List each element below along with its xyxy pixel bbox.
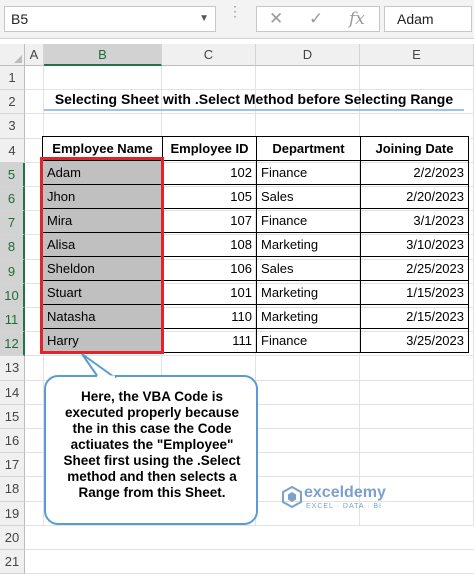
column-header-c[interactable]: C: [162, 44, 256, 66]
row-header-12[interactable]: 12: [0, 332, 25, 357]
cell-joining-date[interactable]: 2/2/2023: [360, 160, 469, 185]
cancel-icon[interactable]: ✕: [269, 7, 283, 31]
chevron-down-icon[interactable]: ▼: [199, 7, 209, 31]
select-all-corner[interactable]: [0, 44, 25, 66]
row-header-5[interactable]: 5: [0, 162, 25, 187]
cell-employee-id[interactable]: 101: [162, 280, 257, 305]
name-box[interactable]: B5 ▼: [4, 6, 216, 32]
row-header-11[interactable]: 11: [0, 308, 25, 333]
row-header-9[interactable]: 9: [0, 259, 25, 284]
cell-employee-id[interactable]: 111: [162, 328, 257, 353]
row-header-2[interactable]: 2: [0, 90, 25, 115]
row-header-7[interactable]: 7: [0, 211, 25, 236]
cell-department[interactable]: Sales: [256, 184, 361, 209]
watermark: exceldemy EXCEL · DATA · BI: [282, 484, 462, 514]
fx-icon[interactable]: fx: [349, 7, 365, 31]
cell-employee-id[interactable]: 106: [162, 256, 257, 281]
row-header-19[interactable]: 19: [0, 501, 25, 526]
grid-line: [25, 113, 474, 115]
cell-employee-id[interactable]: 102: [162, 160, 257, 185]
column-header-e[interactable]: E: [360, 44, 474, 66]
cell-joining-date[interactable]: 3/25/2023: [360, 328, 469, 353]
row-header-17[interactable]: 17: [0, 453, 25, 478]
cell-department[interactable]: Marketing: [256, 280, 361, 305]
row-header-10[interactable]: 10: [0, 283, 25, 308]
cell-department[interactable]: Marketing: [256, 304, 361, 329]
cell-joining-date[interactable]: 2/25/2023: [360, 256, 469, 281]
cell-department[interactable]: Finance: [256, 208, 361, 233]
row-header-3[interactable]: 3: [0, 114, 25, 139]
header-joining-date[interactable]: Joining Date: [360, 136, 469, 161]
cell-joining-date[interactable]: 2/20/2023: [360, 184, 469, 209]
grid-line: [25, 549, 474, 550]
row-header-15[interactable]: 15: [0, 404, 25, 429]
cell-employee-id[interactable]: 108: [162, 232, 257, 257]
select-all-icon: [14, 55, 22, 63]
cell-joining-date[interactable]: 3/1/2023: [360, 208, 469, 233]
row-header-21[interactable]: 21: [0, 550, 25, 574]
watermark-name: exceldemy: [304, 484, 386, 501]
column-header-b[interactable]: B: [44, 44, 162, 66]
formula-bar-grip-icon[interactable]: ⋮: [228, 4, 242, 18]
row-header-16[interactable]: 16: [0, 429, 25, 454]
cell-department[interactable]: Finance: [256, 160, 361, 185]
cell-employee-id[interactable]: 110: [162, 304, 257, 329]
row-header-14[interactable]: 14: [0, 380, 25, 405]
formula-bar: B5 ▼ ⋮ ✕ ✓ fx Adam: [0, 0, 474, 39]
watermark-tagline: EXCEL · DATA · BI: [306, 503, 382, 510]
row-header-6[interactable]: 6: [0, 187, 25, 212]
formula-input[interactable]: Adam: [384, 6, 472, 32]
cell-joining-date[interactable]: 3/10/2023: [360, 232, 469, 257]
column-header-a[interactable]: A: [25, 44, 44, 66]
column-header-d[interactable]: D: [256, 44, 360, 66]
formula-input-value: Adam: [397, 11, 434, 27]
exceldemy-logo-icon: [282, 486, 302, 508]
cell-employee-id[interactable]: 105: [162, 184, 257, 209]
callout-bubble: Here, the VBA Code is executed properly …: [44, 375, 258, 525]
cell-joining-date[interactable]: 2/15/2023: [360, 304, 469, 329]
row-header-18[interactable]: 18: [0, 477, 25, 502]
row-header-20[interactable]: 20: [0, 525, 25, 550]
callout-pointer: [81, 353, 118, 378]
sheet-title: Selecting Sheet with .Select Method befo…: [44, 87, 464, 111]
cell-joining-date[interactable]: 1/15/2023: [360, 280, 469, 305]
cell-employee-id[interactable]: 107: [162, 208, 257, 233]
formula-bar-buttons: ✕ ✓ fx: [256, 6, 380, 32]
row-header-13[interactable]: 13: [0, 356, 25, 381]
cell-department[interactable]: Sales: [256, 256, 361, 281]
enter-icon[interactable]: ✓: [309, 7, 323, 31]
name-box-value: B5: [11, 11, 29, 27]
row-header-8[interactable]: 8: [0, 235, 25, 260]
row-header-4[interactable]: 4: [0, 138, 25, 163]
row-header-1[interactable]: 1: [0, 66, 25, 91]
header-department[interactable]: Department: [256, 136, 361, 161]
selection-highlight: [40, 157, 164, 354]
header-employee-id[interactable]: Employee ID: [162, 136, 257, 161]
cell-department[interactable]: Finance: [256, 328, 361, 353]
cell-department[interactable]: Marketing: [256, 232, 361, 257]
callout-text: Here, the VBA Code is executed properly …: [63, 389, 241, 500]
